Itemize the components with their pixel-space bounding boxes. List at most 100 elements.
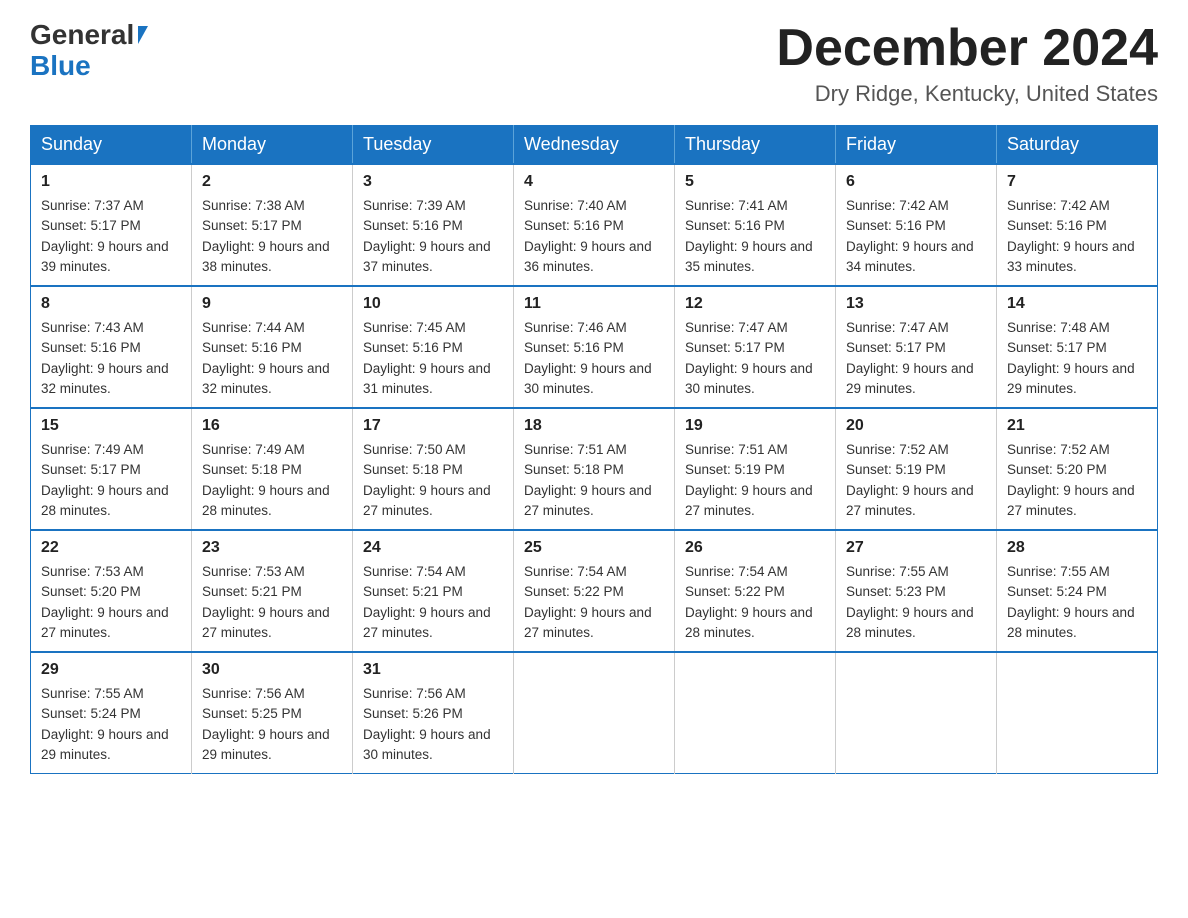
calendar-cell: 17 Sunrise: 7:50 AMSunset: 5:18 PMDayligh…: [353, 408, 514, 530]
calendar-cell: 10 Sunrise: 7:45 AMSunset: 5:16 PMDayligh…: [353, 286, 514, 408]
day-number: 19: [685, 417, 825, 435]
day-number: 30: [202, 661, 342, 679]
day-info: Sunrise: 7:52 AMSunset: 5:19 PMDaylight:…: [846, 440, 986, 521]
column-header-thursday: Thursday: [675, 126, 836, 165]
day-number: 14: [1007, 295, 1147, 313]
day-info: Sunrise: 7:53 AMSunset: 5:21 PMDaylight:…: [202, 562, 342, 643]
day-info: Sunrise: 7:47 AMSunset: 5:17 PMDaylight:…: [846, 318, 986, 399]
day-info: Sunrise: 7:38 AMSunset: 5:17 PMDaylight:…: [202, 196, 342, 277]
calendar-cell: 21 Sunrise: 7:52 AMSunset: 5:20 PMDayligh…: [997, 408, 1158, 530]
day-number: 6: [846, 173, 986, 191]
column-header-friday: Friday: [836, 126, 997, 165]
calendar-cell: 26Sunrise: 7:54 AMSunset: 5:22 PMDayligh…: [675, 530, 836, 652]
day-number: 1: [41, 173, 181, 191]
day-info: Sunrise: 7:55 AMSunset: 5:23 PMDaylight:…: [846, 562, 986, 643]
day-info: Sunrise: 7:54 AMSunset: 5:22 PMDaylight:…: [524, 562, 664, 643]
day-info: Sunrise: 7:42 AMSunset: 5:16 PMDaylight:…: [846, 196, 986, 277]
day-info: Sunrise: 7:47 AMSunset: 5:17 PMDaylight:…: [685, 318, 825, 399]
day-info: Sunrise: 7:44 AMSunset: 5:16 PMDaylight:…: [202, 318, 342, 399]
day-number: 23: [202, 539, 342, 557]
day-number: 3: [363, 173, 503, 191]
calendar-body: 1 Sunrise: 7:37 AMSunset: 5:17 PMDaylight…: [31, 164, 1158, 774]
day-number: 12: [685, 295, 825, 313]
day-info: Sunrise: 7:56 AMSunset: 5:25 PMDaylight:…: [202, 684, 342, 765]
calendar-header-row: SundayMondayTuesdayWednesdayThursdayFrid…: [31, 126, 1158, 165]
calendar-week-5: 29 Sunrise: 7:55 AMSunset: 5:24 PMDayligh…: [31, 652, 1158, 774]
day-info: Sunrise: 7:46 AMSunset: 5:16 PMDaylight:…: [524, 318, 664, 399]
day-info: Sunrise: 7:45 AMSunset: 5:16 PMDaylight:…: [363, 318, 503, 399]
calendar-cell: 11 Sunrise: 7:46 AMSunset: 5:16 PMDayligh…: [514, 286, 675, 408]
logo-general-text: General: [30, 20, 134, 51]
calendar-cell: 9 Sunrise: 7:44 AMSunset: 5:16 PMDaylight…: [192, 286, 353, 408]
calendar-cell: 31Sunrise: 7:56 AMSunset: 5:26 PMDayligh…: [353, 652, 514, 774]
calendar-cell: 6 Sunrise: 7:42 AMSunset: 5:16 PMDaylight…: [836, 164, 997, 286]
calendar-cell: [997, 652, 1158, 774]
day-info: Sunrise: 7:50 AMSunset: 5:18 PMDaylight:…: [363, 440, 503, 521]
calendar-week-4: 22 Sunrise: 7:53 AMSunset: 5:20 PMDayligh…: [31, 530, 1158, 652]
column-header-sunday: Sunday: [31, 126, 192, 165]
calendar-cell: 1 Sunrise: 7:37 AMSunset: 5:17 PMDaylight…: [31, 164, 192, 286]
day-info: Sunrise: 7:37 AMSunset: 5:17 PMDaylight:…: [41, 196, 181, 277]
calendar-week-2: 8 Sunrise: 7:43 AMSunset: 5:16 PMDaylight…: [31, 286, 1158, 408]
day-info: Sunrise: 7:49 AMSunset: 5:17 PMDaylight:…: [41, 440, 181, 521]
day-number: 17: [363, 417, 503, 435]
calendar-cell: 5 Sunrise: 7:41 AMSunset: 5:16 PMDaylight…: [675, 164, 836, 286]
day-number: 29: [41, 661, 181, 679]
day-info: Sunrise: 7:51 AMSunset: 5:19 PMDaylight:…: [685, 440, 825, 521]
day-info: Sunrise: 7:54 AMSunset: 5:22 PMDaylight:…: [685, 562, 825, 643]
column-header-monday: Monday: [192, 126, 353, 165]
calendar-cell: 15 Sunrise: 7:49 AMSunset: 5:17 PMDayligh…: [31, 408, 192, 530]
calendar-week-3: 15 Sunrise: 7:49 AMSunset: 5:17 PMDayligh…: [31, 408, 1158, 530]
calendar-cell: 30 Sunrise: 7:56 AMSunset: 5:25 PMDayligh…: [192, 652, 353, 774]
day-info: Sunrise: 7:48 AMSunset: 5:17 PMDaylight:…: [1007, 318, 1147, 399]
day-info: Sunrise: 7:39 AMSunset: 5:16 PMDaylight:…: [363, 196, 503, 277]
calendar-week-1: 1 Sunrise: 7:37 AMSunset: 5:17 PMDaylight…: [31, 164, 1158, 286]
day-number: 13: [846, 295, 986, 313]
day-number: 24: [363, 539, 503, 557]
logo-triangle-icon: [138, 26, 148, 44]
calendar-cell: 19 Sunrise: 7:51 AMSunset: 5:19 PMDayligh…: [675, 408, 836, 530]
day-info: Sunrise: 7:51 AMSunset: 5:18 PMDaylight:…: [524, 440, 664, 521]
calendar-cell: 3 Sunrise: 7:39 AMSunset: 5:16 PMDaylight…: [353, 164, 514, 286]
day-number: 7: [1007, 173, 1147, 191]
column-header-saturday: Saturday: [997, 126, 1158, 165]
day-number: 8: [41, 295, 181, 313]
day-number: 20: [846, 417, 986, 435]
day-info: Sunrise: 7:41 AMSunset: 5:16 PMDaylight:…: [685, 196, 825, 277]
logo-blue-text: Blue: [30, 51, 91, 82]
calendar-cell: [836, 652, 997, 774]
month-title: December 2024: [776, 20, 1158, 77]
column-header-wednesday: Wednesday: [514, 126, 675, 165]
column-header-tuesday: Tuesday: [353, 126, 514, 165]
logo: General Blue: [30, 20, 148, 82]
day-number: 25: [524, 539, 664, 557]
day-number: 10: [363, 295, 503, 313]
day-info: Sunrise: 7:55 AMSunset: 5:24 PMDaylight:…: [41, 684, 181, 765]
calendar-cell: 22 Sunrise: 7:53 AMSunset: 5:20 PMDayligh…: [31, 530, 192, 652]
calendar-cell: 28 Sunrise: 7:55 AMSunset: 5:24 PMDayligh…: [997, 530, 1158, 652]
calendar-cell: 12 Sunrise: 7:47 AMSunset: 5:17 PMDayligh…: [675, 286, 836, 408]
day-number: 11: [524, 295, 664, 313]
calendar-cell: [514, 652, 675, 774]
calendar-cell: 2Sunrise: 7:38 AMSunset: 5:17 PMDaylight…: [192, 164, 353, 286]
day-number: 27: [846, 539, 986, 557]
day-number: 9: [202, 295, 342, 313]
calendar-table: SundayMondayTuesdayWednesdayThursdayFrid…: [30, 125, 1158, 774]
day-number: 22: [41, 539, 181, 557]
calendar-cell: 4Sunrise: 7:40 AMSunset: 5:16 PMDaylight…: [514, 164, 675, 286]
day-info: Sunrise: 7:55 AMSunset: 5:24 PMDaylight:…: [1007, 562, 1147, 643]
day-number: 21: [1007, 417, 1147, 435]
day-info: Sunrise: 7:43 AMSunset: 5:16 PMDaylight:…: [41, 318, 181, 399]
calendar-cell: 20 Sunrise: 7:52 AMSunset: 5:19 PMDayligh…: [836, 408, 997, 530]
day-number: 15: [41, 417, 181, 435]
day-info: Sunrise: 7:53 AMSunset: 5:20 PMDaylight:…: [41, 562, 181, 643]
location-title: Dry Ridge, Kentucky, United States: [776, 81, 1158, 107]
day-info: Sunrise: 7:52 AMSunset: 5:20 PMDaylight:…: [1007, 440, 1147, 521]
calendar-cell: 25 Sunrise: 7:54 AMSunset: 5:22 PMDayligh…: [514, 530, 675, 652]
calendar-cell: 16Sunrise: 7:49 AMSunset: 5:18 PMDayligh…: [192, 408, 353, 530]
day-number: 16: [202, 417, 342, 435]
day-number: 4: [524, 173, 664, 191]
day-number: 28: [1007, 539, 1147, 557]
day-number: 5: [685, 173, 825, 191]
calendar-cell: 8 Sunrise: 7:43 AMSunset: 5:16 PMDaylight…: [31, 286, 192, 408]
